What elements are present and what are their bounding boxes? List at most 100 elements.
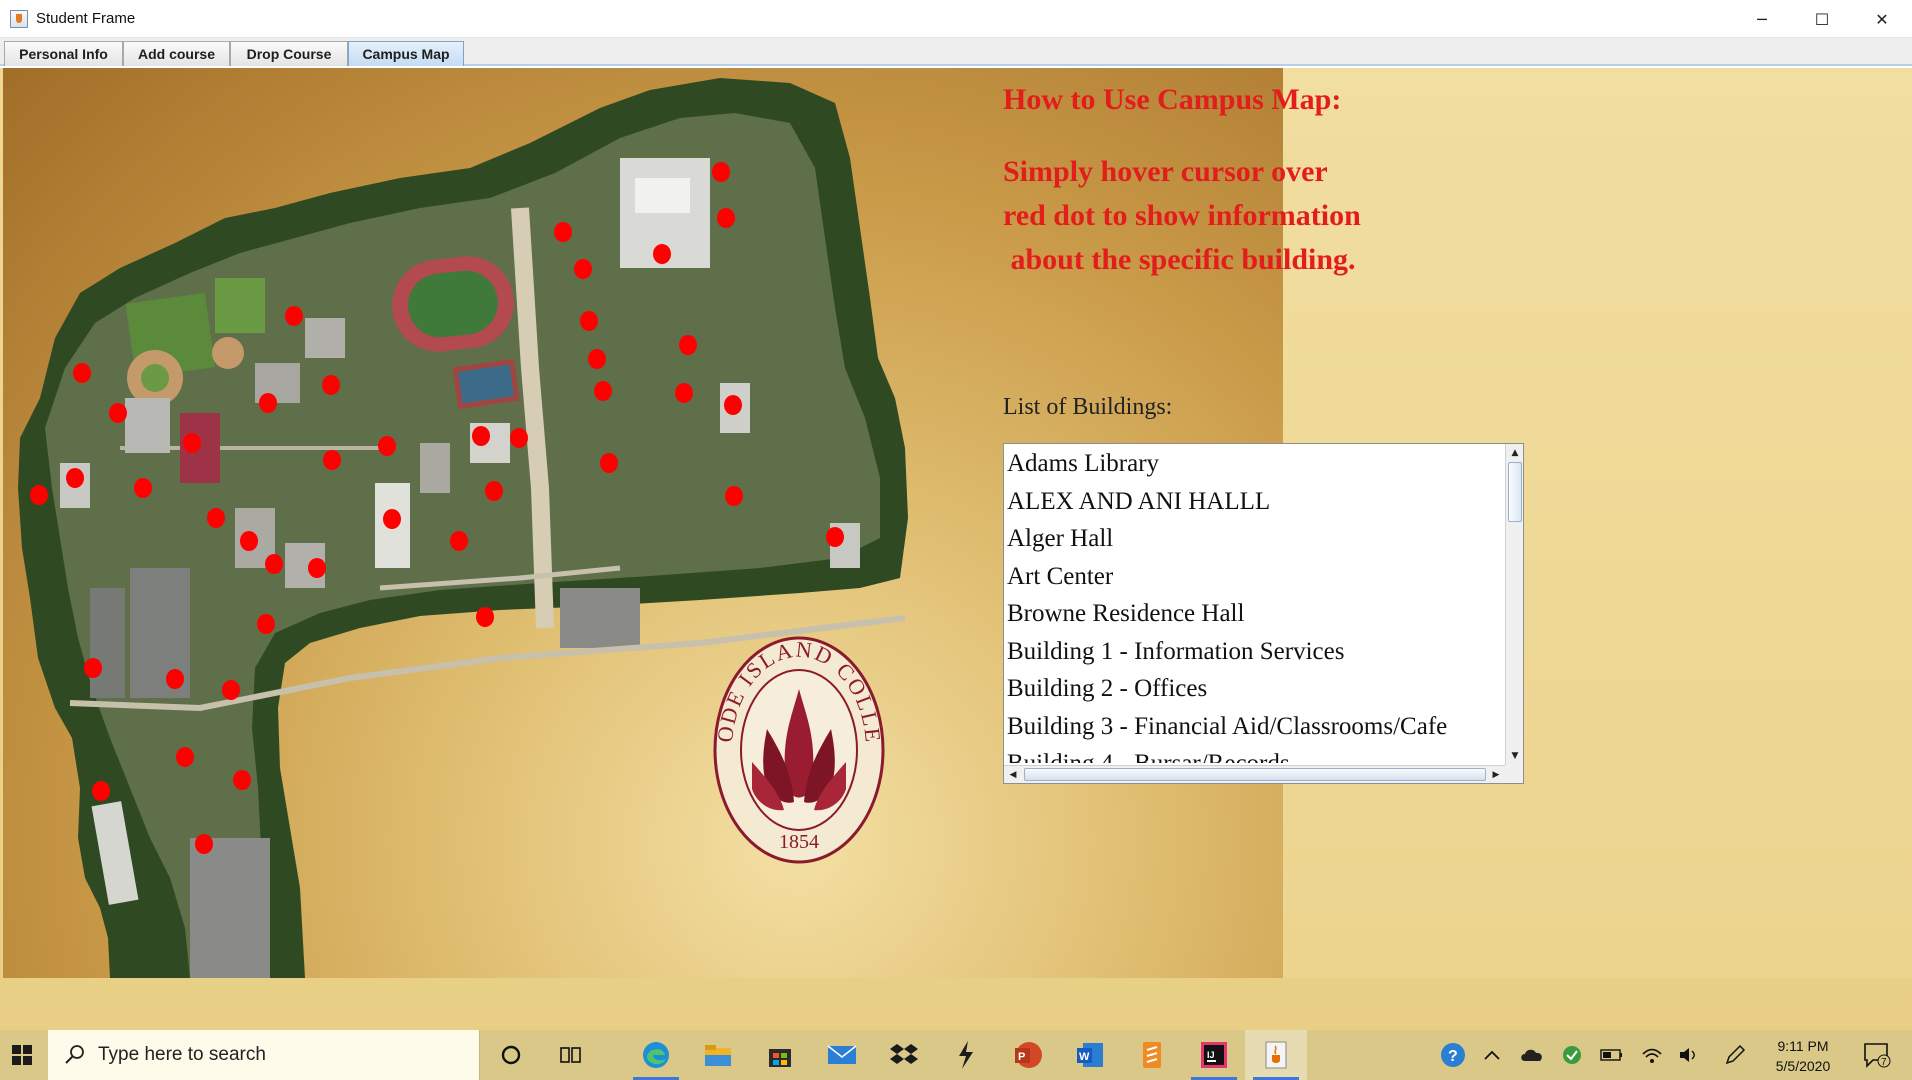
- word-icon[interactable]: W: [1059, 1030, 1121, 1080]
- app-icon[interactable]: [935, 1030, 997, 1080]
- building-marker: [166, 669, 184, 689]
- maximize-button[interactable]: ☐: [1792, 0, 1852, 38]
- scroll-left-arrow-icon[interactable]: ◀: [1005, 767, 1021, 783]
- minimize-button[interactable]: ─: [1732, 0, 1792, 38]
- search-placeholder: Type here to search: [98, 1044, 266, 1065]
- tab-drop-course[interactable]: Drop Course: [230, 41, 348, 66]
- campus-map-panel: RHODE ISLAND COLLEGE 1854 How to Use Cam…: [0, 68, 1912, 1030]
- svg-text:?: ?: [1448, 1048, 1458, 1065]
- list-item[interactable]: ALEX AND ANI HALLL: [1005, 483, 1505, 521]
- java-app-icon: [10, 9, 28, 28]
- list-item[interactable]: Building 3 - Financial Aid/Classrooms/Ca…: [1005, 708, 1505, 746]
- building-marker: [574, 259, 592, 279]
- building: [635, 178, 690, 213]
- building-marker: [92, 781, 110, 801]
- store-icon[interactable]: [749, 1030, 811, 1080]
- wifi-icon[interactable]: [1635, 1030, 1669, 1080]
- dropbox-icon[interactable]: [873, 1030, 935, 1080]
- edge-icon[interactable]: [625, 1030, 687, 1080]
- sublime-icon[interactable]: [1121, 1030, 1183, 1080]
- building-marker: [594, 381, 612, 401]
- instructions-heading: How to Use Campus Map:: [1003, 83, 1342, 116]
- vertical-scrollbar[interactable]: ▲ ▼: [1505, 444, 1523, 765]
- building: [420, 443, 450, 493]
- scroll-up-arrow-icon[interactable]: ▲: [1507, 445, 1523, 461]
- building: [125, 398, 170, 453]
- list-item[interactable]: Alger Hall: [1005, 520, 1505, 558]
- building-marker: [675, 383, 693, 403]
- list-item[interactable]: Adams Library: [1005, 445, 1505, 483]
- list-item[interactable]: Building 2 - Offices: [1005, 670, 1505, 708]
- building-marker: [679, 335, 697, 355]
- scroll-down-arrow-icon[interactable]: ▼: [1507, 748, 1523, 764]
- list-item[interactable]: Building 1 - Information Services: [1005, 633, 1505, 671]
- notification-center-icon[interactable]: 7: [1855, 1030, 1899, 1080]
- taskbar-search-box[interactable]: Type here to search: [48, 1030, 480, 1080]
- mail-icon[interactable]: [811, 1030, 873, 1080]
- intellij-icon[interactable]: IJ: [1183, 1030, 1245, 1080]
- building-list[interactable]: Adams Library ALEX AND ANI HALLL Alger H…: [1003, 443, 1524, 784]
- pen-icon[interactable]: [1718, 1030, 1752, 1080]
- window-controls: ─ ☐ ✕: [1732, 0, 1912, 38]
- java-icon[interactable]: [1245, 1030, 1307, 1080]
- close-button[interactable]: ✕: [1852, 0, 1912, 38]
- instructions-line-2: red dot to show information: [1003, 199, 1361, 232]
- tab-personal-info[interactable]: Personal Info: [4, 41, 123, 66]
- building-marker: [109, 403, 127, 423]
- window-titlebar: Student Frame ─ ☐ ✕: [0, 0, 1912, 38]
- building-marker: [66, 468, 84, 488]
- parking-lot: [190, 838, 270, 978]
- instructions-line-1: Simply hover cursor over: [1003, 155, 1328, 188]
- building-marker: [712, 162, 730, 182]
- building-marker: [826, 527, 844, 547]
- windows-logo-icon: [12, 1045, 32, 1065]
- building-marker: [233, 770, 251, 790]
- building-marker: [653, 244, 671, 264]
- building-marker: [308, 558, 326, 578]
- building-marker: [724, 395, 742, 415]
- building-marker: [580, 311, 598, 331]
- powerpoint-icon[interactable]: P: [997, 1030, 1059, 1080]
- taskbar-clock[interactable]: 9:11 PM 5/5/2020: [1758, 1030, 1848, 1080]
- building-marker: [183, 433, 201, 453]
- tab-add-course[interactable]: Add course: [123, 41, 230, 66]
- building-marker: [378, 436, 396, 456]
- parking-lot: [90, 588, 125, 698]
- window-title: Student Frame: [36, 10, 136, 27]
- tab-campus-map[interactable]: Campus Map: [348, 41, 464, 66]
- search-icon: [65, 1045, 84, 1064]
- cortana-icon[interactable]: [480, 1030, 542, 1080]
- building-marker: [176, 747, 194, 767]
- vertical-scroll-thumb[interactable]: [1508, 462, 1522, 522]
- building-marker: [84, 658, 102, 678]
- file-explorer-icon[interactable]: [687, 1030, 749, 1080]
- horizontal-scrollbar[interactable]: ◀ ▶: [1004, 765, 1505, 783]
- softball-field: [212, 337, 244, 369]
- lawn: [215, 278, 265, 333]
- list-item[interactable]: Art Center: [1005, 558, 1505, 596]
- list-item[interactable]: Building 4 - Bursar/Records: [1005, 745, 1505, 763]
- battery-icon[interactable]: [1595, 1030, 1629, 1080]
- building-marker: [73, 363, 91, 383]
- college-seal: RHODE ISLAND COLLEGE 1854: [712, 634, 885, 864]
- help-icon[interactable]: ?: [1435, 1030, 1471, 1080]
- task-view-icon[interactable]: [540, 1030, 602, 1080]
- building-marker: [600, 453, 618, 473]
- chevron-up-icon[interactable]: [1478, 1030, 1506, 1080]
- app-tray-icon[interactable]: [1555, 1030, 1589, 1080]
- svg-text:IJ: IJ: [1207, 1050, 1215, 1060]
- scroll-right-arrow-icon[interactable]: ▶: [1488, 767, 1504, 783]
- horizontal-scroll-thumb[interactable]: [1024, 768, 1486, 781]
- building-list-label: List of Buildings:: [1003, 394, 1173, 420]
- building-marker: [285, 306, 303, 326]
- instructions-line-3: about the specific building.: [1003, 243, 1356, 276]
- windows-taskbar: Type here to search P W IJ ? 9:11 PM 5/5…: [0, 1030, 1912, 1080]
- volume-icon[interactable]: [1672, 1030, 1706, 1080]
- seal-year: 1854: [779, 831, 819, 853]
- list-item[interactable]: Browne Residence Hall: [1005, 595, 1505, 633]
- building-marker: [30, 485, 48, 505]
- start-button[interactable]: [0, 1030, 44, 1080]
- onedrive-icon[interactable]: [1515, 1030, 1549, 1080]
- baseball-infield: [141, 364, 169, 392]
- building-marker: [725, 486, 743, 506]
